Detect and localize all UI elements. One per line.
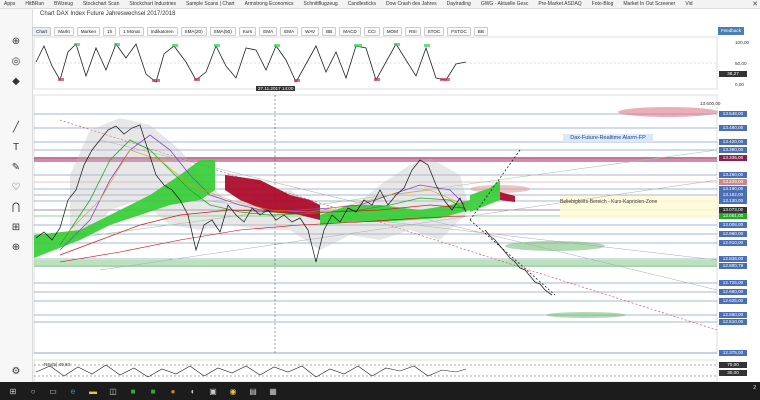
osc-tick-0: 0,00 (735, 82, 744, 87)
clock: 2 (753, 385, 756, 391)
price-level-label: 13.480,00 (719, 125, 747, 131)
search-icon[interactable]: ○ (26, 384, 40, 398)
support-ellipse (505, 241, 605, 251)
store-icon[interactable]: ◫ (106, 384, 120, 398)
target-ellipse-top (618, 107, 718, 117)
osc-tick-50: 50,00 (735, 61, 747, 66)
rsi-tick-70: 70,00 (719, 362, 747, 368)
crosshair-date: 27.11.2017 14:00 (256, 86, 296, 91)
rsi-label: RSI(5) 49,83 (44, 362, 71, 367)
support-band (34, 260, 717, 267)
price-level-label: 12.510,00 (719, 319, 747, 325)
osc-tick-100: 100,00 (735, 40, 750, 45)
app-icon-6[interactable]: ▤ (246, 384, 260, 398)
taskview-icon[interactable]: ▭ (46, 384, 60, 398)
zone-label: Beliebigkeits-Bereich - Kurs-Kapriolen-Z… (560, 199, 658, 205)
app-icon-5[interactable]: ▣ (206, 384, 220, 398)
price-level-label: 13.420,00 (719, 139, 747, 145)
price-level-label: 13.548,00 (719, 111, 747, 117)
rsi-tick-30: 30,00 (719, 370, 747, 376)
price-level-label: 12.680,00 (719, 289, 747, 295)
price-level-label: 13.229,00 (719, 179, 747, 185)
app-icon[interactable]: ■ (126, 384, 140, 398)
edge-icon[interactable]: e (66, 384, 80, 398)
price-level-label: 12.725,00 (719, 280, 747, 286)
price-level-label: 12.836,00 (719, 256, 747, 262)
support-ellipse-low (546, 312, 626, 318)
price-level-label: 12.910,00 (719, 240, 747, 246)
windows-icon[interactable]: ⊞ (6, 384, 20, 398)
realtime-alarm-label: Dax-Future-Realtime Alarm-FP (563, 134, 653, 142)
axis-top-label: 13.600,00 (700, 101, 721, 106)
price-level-label: 13.130,00 (719, 198, 747, 204)
folder-icon[interactable]: ▬ (86, 384, 100, 398)
price-level-label: 12.625,00 (719, 298, 747, 304)
price-level-label: 12.800,79 (719, 263, 747, 269)
price-level-label: 13.380,00 (719, 147, 747, 153)
price-level-label: 13.008,00 (719, 222, 747, 228)
rsi-panel (33, 359, 718, 383)
taskbar: ⊞ ○ ▭ e ▬ ◫ ■ ■ ● ◐ ▣ ◉ ▤ ▦ 2 (0, 382, 760, 400)
app-icon-4[interactable]: ◐ (186, 384, 200, 398)
app-icon-7[interactable]: ▦ (266, 384, 280, 398)
price-level-label: 12.960,00 (719, 231, 747, 237)
price-level-label: 12.560,00 (719, 312, 747, 318)
price-level-label: 13.335,00 (719, 155, 747, 161)
price-level-label: 13.260,00 (719, 172, 747, 178)
price-level-label: 12.375,00 (719, 350, 747, 356)
price-level-label: 13.051,00 (719, 213, 747, 219)
chrome-icon[interactable]: ◉ (226, 384, 240, 398)
app-icon-2[interactable]: ■ (146, 384, 160, 398)
osc-value: 38,27 (719, 71, 747, 77)
app-icon-3[interactable]: ● (166, 384, 180, 398)
